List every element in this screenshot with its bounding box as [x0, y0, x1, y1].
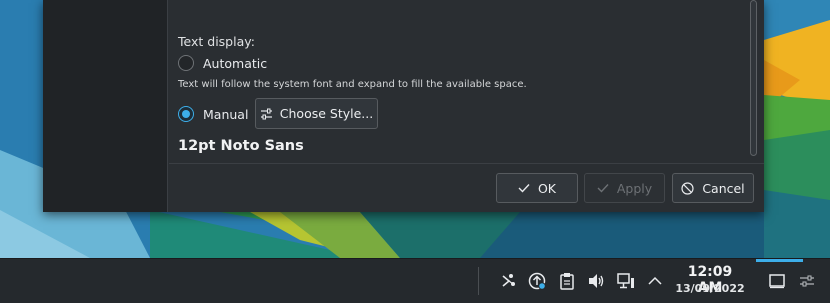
show-desktop-indicator — [756, 259, 803, 262]
apply-label: Apply — [616, 180, 653, 196]
kde-connect-icon[interactable] — [497, 269, 519, 293]
taskbar-panel: 12:09 AM 13/09/2022 — [0, 258, 830, 303]
font-summary: 12pt Noto Sans — [178, 138, 304, 154]
clipboard-icon[interactable] — [556, 269, 578, 293]
automatic-radio-label[interactable]: Automatic — [203, 56, 267, 71]
volume-icon[interactable] — [585, 269, 607, 293]
clock-date[interactable]: 13/09/2022 — [674, 282, 746, 295]
cancel-button[interactable]: Cancel — [672, 173, 754, 203]
scrollbar[interactable] — [747, 0, 759, 160]
automatic-hint: Text will follow the system font and exp… — [178, 79, 527, 90]
choose-style-button[interactable]: Choose Style... — [255, 98, 378, 129]
ok-label: OK — [537, 180, 557, 196]
dialog-sidebar — [43, 0, 168, 212]
show-desktop-icon[interactable] — [766, 269, 788, 293]
check-icon — [597, 183, 609, 193]
manual-radio-label[interactable]: Manual — [203, 107, 248, 122]
automatic-radio-row[interactable]: Automatic — [178, 55, 267, 71]
cancel-icon — [681, 181, 694, 195]
cancel-label: Cancel — [702, 180, 745, 196]
automatic-radio[interactable] — [178, 55, 194, 71]
footer-divider — [169, 163, 764, 164]
updates-icon[interactable] — [526, 269, 548, 293]
panel-settings-icon[interactable] — [796, 269, 818, 293]
check-icon — [518, 183, 530, 193]
sliders-icon — [260, 108, 273, 120]
network-icon[interactable] — [615, 269, 637, 293]
panel-separator — [478, 267, 479, 295]
font-settings-dialog: Text display: Automatic Text will follow… — [43, 0, 764, 212]
ok-button[interactable]: OK — [496, 173, 578, 203]
choose-style-label: Choose Style... — [279, 106, 374, 121]
chevron-up-icon[interactable] — [644, 269, 666, 293]
apply-button[interactable]: Apply — [584, 173, 665, 203]
manual-radio-row[interactable]: Manual — [178, 106, 248, 122]
scrollbar-thumb[interactable] — [750, 0, 757, 156]
manual-radio[interactable] — [178, 106, 194, 122]
text-display-label: Text display: — [178, 34, 255, 49]
